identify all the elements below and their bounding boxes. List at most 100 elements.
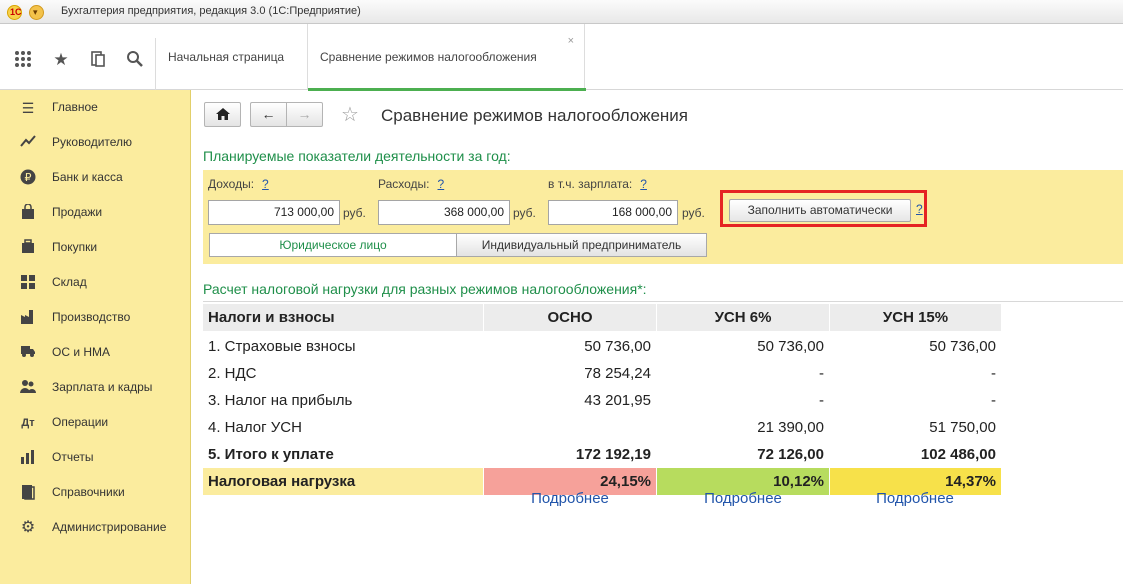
expenses-field[interactable]: 368 000,00 [378, 200, 510, 225]
bag-icon [19, 203, 37, 222]
expenses-label: Расходы:? [378, 177, 445, 191]
search-icon[interactable] [125, 50, 145, 70]
app-logo-icon[interactable]: 1С [7, 5, 22, 20]
tab-home-page[interactable]: Начальная страница [156, 24, 306, 90]
income-field[interactable]: 713 000,00 [208, 200, 340, 225]
table-row: 2. НДС 78 254,24 - - [203, 360, 1001, 387]
page-title: Сравнение режимов налогообложения [381, 106, 689, 125]
table-cell: 78 254,24 [584, 365, 651, 382]
expenses-unit: руб. [513, 206, 536, 220]
divider [203, 301, 1123, 302]
sidebar-item-fixed-assets[interactable]: ОС и НМА [0, 335, 191, 370]
title-bar: 1С ▾ Бухгалтерия предприятия, редакция 3… [0, 0, 1123, 24]
operations-icon: Дт [21, 417, 35, 429]
salary-label: в т.ч. зарплата:? [548, 177, 647, 191]
sidebar-item-label: Руководителю [52, 135, 133, 149]
back-button[interactable]: ← [250, 102, 286, 127]
table-cell: 3. Налог на прибыль [208, 392, 353, 409]
forward-button[interactable]: → [286, 102, 323, 127]
income-help-link[interactable]: ? [262, 177, 269, 191]
sidebar-item-label: Справочники [52, 485, 125, 499]
sidebar-item-manager[interactable]: Руководителю [0, 125, 191, 160]
salary-unit: руб. [682, 206, 705, 220]
table-header-cell: УСН 15% [830, 304, 1001, 331]
home-button[interactable] [204, 102, 241, 127]
table-cell: - [991, 392, 996, 409]
sidebar-item-main[interactable]: ☰ Главное [0, 90, 191, 125]
table-cell: 2. НДС [208, 365, 257, 382]
table-cell: 5. Итого к уплате [208, 446, 334, 463]
table-cell: 21 390,00 [757, 419, 824, 436]
sidebar-item-sales[interactable]: Продажи [0, 195, 191, 230]
fill-automatically-button[interactable]: Заполнить автоматически [729, 199, 911, 222]
sidebar-item-bank[interactable]: ₽ Банк и касса [0, 160, 191, 195]
apps-grid-icon[interactable] [13, 50, 33, 70]
window-title: Бухгалтерия предприятия, редакция 3.0 (1… [61, 5, 361, 17]
sidebar-item-catalogs[interactable]: Справочники [0, 475, 191, 510]
favorite-star-icon[interactable]: ☆ [341, 102, 359, 127]
table-row: 3. Налог на прибыль 43 201,95 - - [203, 387, 1001, 414]
tab-label: Сравнение режимов налогообложения [320, 50, 537, 64]
top-toolbar: ★ Начальная страница Сравнение режимов н… [0, 24, 1123, 91]
list-icon: ☰ [21, 100, 35, 116]
favorites-star-icon[interactable]: ★ [51, 50, 71, 70]
book-icon [19, 484, 37, 502]
sidebar-item-label: Банк и касса [52, 170, 123, 184]
table-cell: 102 486,00 [920, 446, 996, 463]
sidebar-item-purchases[interactable]: Покупки [0, 230, 191, 265]
table-cell: 50 736,00 [929, 338, 996, 355]
table-cell: 72 126,00 [757, 446, 824, 463]
salary-field[interactable]: 168 000,00 [548, 200, 678, 225]
trend-icon [19, 134, 37, 152]
calc-heading: Расчет налоговой нагрузки для разных реж… [203, 281, 647, 297]
table-cell: 50 736,00 [757, 338, 824, 355]
sidebar-item-production[interactable]: Производство [0, 300, 191, 335]
details-link-osno[interactable]: Подробнее [484, 490, 656, 507]
sidebar-item-salary[interactable]: Зарплата и кадры [0, 370, 191, 405]
income-label: Доходы:? [208, 177, 269, 191]
table-cell: - [819, 365, 824, 382]
factory-icon [19, 309, 37, 327]
segment-legal-entity[interactable]: Юридическое лицо [209, 233, 457, 257]
table-row-total: 5. Итого к уплате 172 192,19 72 126,00 1… [203, 441, 1001, 468]
svg-text:₽: ₽ [25, 171, 32, 184]
home-icon [215, 107, 230, 123]
plan-panel: Доходы:? Расходы:? в т.ч. зарплата:? 713… [203, 170, 1123, 264]
sidebar-item-reports[interactable]: Отчеты [0, 440, 191, 475]
arrow-left-icon: ← [261, 106, 276, 122]
table-cell: 51 750,00 [929, 419, 996, 436]
sidebar-item-warehouse[interactable]: Склад [0, 265, 191, 300]
details-link-usn6[interactable]: Подробнее [657, 490, 829, 507]
sidebar-item-label: Зарплата и кадры [52, 380, 153, 394]
close-icon[interactable]: × [568, 8, 574, 74]
table-header-cell: УСН 6% [657, 304, 829, 331]
table-header-cell: ОСНО [484, 304, 656, 331]
history-icon[interactable] [88, 50, 108, 70]
sidebar: ☰ Главное Руководителю ₽ Банк и касса Пр… [0, 90, 191, 584]
sidebar-item-label: Администрирование [52, 520, 167, 534]
sidebar-item-label: Покупки [52, 240, 98, 254]
arrow-right-icon: → [297, 106, 312, 122]
sidebar-item-label: Продажи [52, 205, 103, 219]
truck-icon [19, 344, 37, 362]
salary-help-link[interactable]: ? [640, 177, 647, 191]
details-link-usn15[interactable]: Подробнее [829, 490, 1001, 507]
sidebar-item-label: Склад [52, 275, 87, 289]
expenses-help-link[interactable]: ? [438, 177, 445, 191]
segment-individual-entrepreneur[interactable]: Индивидуальный предприниматель [456, 233, 707, 257]
table-row: 4. Налог УСН 21 390,00 51 750,00 [203, 414, 1001, 441]
sidebar-item-admin[interactable]: ⚙ Администрирование [0, 510, 191, 545]
chevron-down-icon: ▾ [33, 7, 38, 17]
tab-tax-comparison[interactable]: Сравнение режимов налогообложения × [307, 24, 586, 91]
plan-heading: Планируемые показатели деятельности за г… [203, 148, 511, 164]
fill-help-link[interactable]: ? [916, 202, 923, 216]
table-cell: 172 192,19 [575, 446, 651, 463]
table-cell: - [819, 392, 824, 409]
bar-chart-icon [19, 449, 37, 467]
table-cell: 1. Страховые взносы [208, 338, 356, 355]
table-header-row: Налоги и взносы ОСНО УСН 6% УСН 15% [203, 304, 1001, 331]
ruble-icon: ₽ [19, 169, 37, 187]
sidebar-item-operations[interactable]: Дт Операции [0, 405, 191, 440]
table-header-cell: Налоги и взносы [203, 304, 483, 331]
main-menu-button[interactable]: ▾ [29, 5, 44, 20]
